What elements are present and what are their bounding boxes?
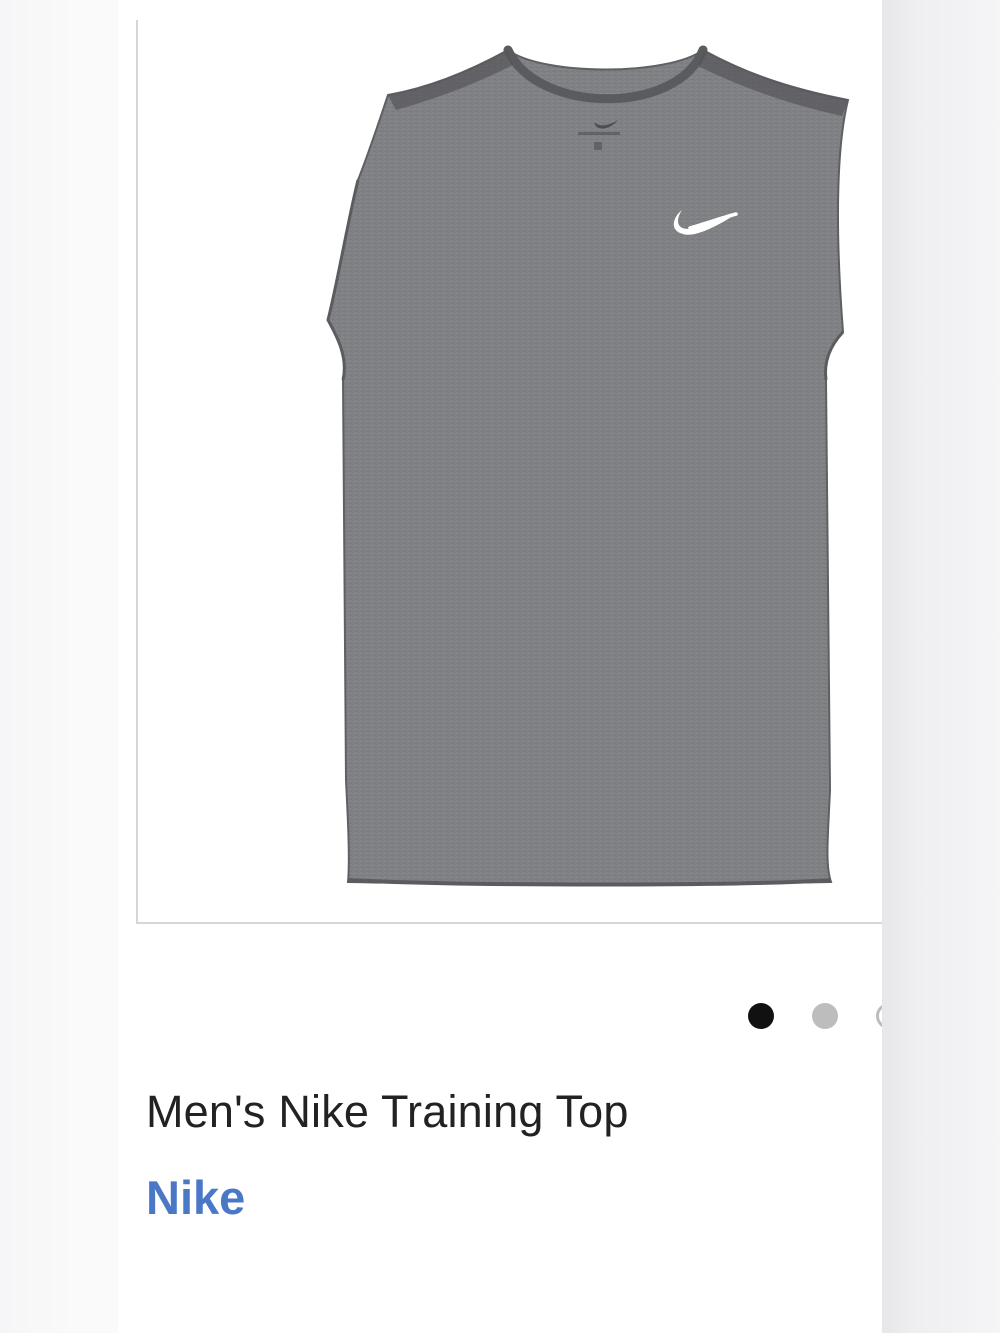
image-carousel-indicator[interactable] xyxy=(748,1003,882,1031)
product-card[interactable]: Men's Nike Training Top Nike xyxy=(118,0,882,1333)
brand-link[interactable]: Nike xyxy=(146,1170,245,1225)
carousel-dot-1[interactable] xyxy=(748,1003,774,1029)
product-image xyxy=(326,45,850,887)
tank-top-icon xyxy=(326,45,850,887)
carousel-dot-2[interactable] xyxy=(812,1003,838,1029)
background-shade xyxy=(882,0,1000,1333)
product-title[interactable]: Men's Nike Training Top xyxy=(146,1086,629,1138)
carousel-dot-3[interactable] xyxy=(876,1003,882,1029)
page: Men's Nike Training Top Nike xyxy=(0,0,1000,1333)
product-image-gallery[interactable] xyxy=(136,20,882,924)
